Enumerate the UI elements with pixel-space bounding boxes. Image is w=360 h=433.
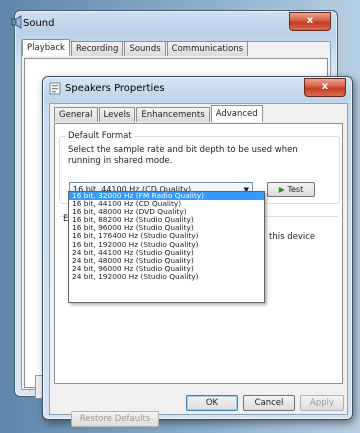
- restore-defaults-button[interactable]: Restore Defaults: [71, 411, 159, 427]
- exclusive-mode-text-fragment: this device: [269, 232, 316, 242]
- properties-tab-strip: General Levels Enhancements Advanced: [54, 105, 264, 123]
- default-format-description: Select the sample rate and bit depth to …: [68, 145, 298, 166]
- properties-window-title: Speakers Properties: [65, 83, 165, 94]
- sample-rate-dropdown-list: 16 bit, 32000 Hz (FM Radio Quality) 16 b…: [68, 191, 265, 303]
- ok-button[interactable]: OK: [186, 395, 238, 411]
- tab-enhancements[interactable]: Enhancements: [136, 107, 210, 122]
- tab-advanced[interactable]: Advanced: [210, 105, 263, 122]
- properties-close-button[interactable]: x: [304, 78, 346, 97]
- apply-button[interactable]: Apply: [300, 395, 344, 411]
- play-icon: ▶: [278, 185, 285, 194]
- tab-sounds[interactable]: Sounds: [124, 41, 166, 56]
- sound-close-button[interactable]: x: [289, 12, 331, 31]
- tab-communications[interactable]: Communications: [166, 41, 249, 56]
- tab-recording[interactable]: Recording: [70, 41, 124, 56]
- sound-tab-strip: Playback Recording Sounds Communications: [22, 39, 249, 57]
- properties-icon: [49, 82, 61, 95]
- test-button-label: Test: [287, 185, 304, 194]
- tab-general[interactable]: General: [54, 107, 98, 122]
- default-format-label: Default Format: [66, 131, 134, 141]
- test-button[interactable]: ▶ Test: [267, 182, 315, 197]
- tab-levels[interactable]: Levels: [98, 107, 136, 122]
- dropdown-option[interactable]: 24 bit, 192000 Hz (Studio Quality): [69, 272, 264, 281]
- cancel-button[interactable]: Cancel: [243, 395, 295, 411]
- tab-playback[interactable]: Playback: [22, 39, 70, 56]
- sound-window-title: Sound: [23, 18, 55, 29]
